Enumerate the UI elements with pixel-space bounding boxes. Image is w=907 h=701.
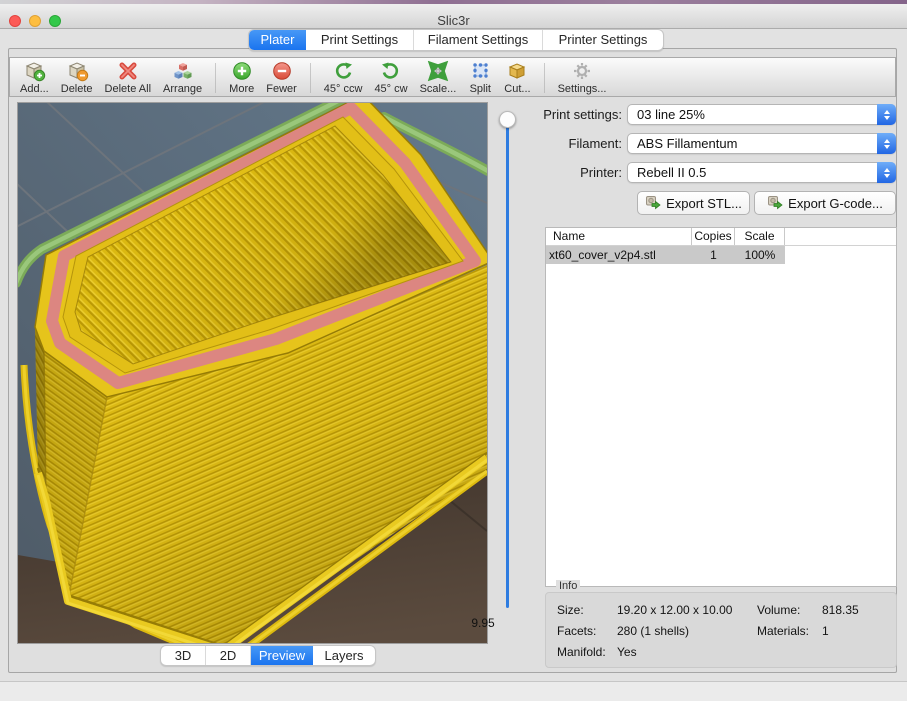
- gcode-preview-scene: [18, 103, 487, 643]
- split-button[interactable]: Split: [462, 60, 498, 95]
- delete-button[interactable]: Delete: [55, 60, 99, 95]
- toolbar-separator: [215, 63, 216, 93]
- window-title: Slic3r: [0, 13, 907, 28]
- cell-object-scale: 100%: [735, 246, 785, 264]
- arrange-button[interactable]: Arrange: [157, 60, 208, 95]
- scale-arrows-icon: [426, 60, 450, 83]
- cut-label: Cut...: [504, 83, 530, 95]
- viewport-3d[interactable]: [17, 102, 488, 644]
- volume-value: 818.35: [822, 603, 859, 617]
- filament-label: Filament:: [500, 133, 622, 154]
- rotate-ccw-button[interactable]: 45° ccw: [318, 60, 369, 95]
- tab-3d[interactable]: 3D: [161, 646, 206, 665]
- arrange-label: Arrange: [163, 83, 202, 95]
- tab-2d[interactable]: 2D: [206, 646, 251, 665]
- delete-all-icon: [116, 60, 140, 83]
- column-header-scale[interactable]: Scale: [735, 228, 785, 245]
- printer-select[interactable]: Rebell II 0.5: [627, 162, 896, 183]
- materials-label: Materials:: [757, 624, 809, 638]
- add-label: Add...: [20, 83, 49, 95]
- tab-preview[interactable]: Preview: [251, 646, 313, 665]
- more-label: More: [229, 83, 254, 95]
- filament-select[interactable]: ABS Fillamentum: [627, 133, 896, 154]
- toolbar: Add... Delete Delete All: [9, 57, 896, 97]
- fewer-label: Fewer: [266, 83, 297, 95]
- rotate-ccw-label: 45° ccw: [324, 83, 363, 95]
- status-bar: [0, 681, 907, 701]
- delete-box-icon: [64, 60, 90, 83]
- cell-object-name: xt60_cover_v2p4.stl: [546, 246, 692, 264]
- tab-plater[interactable]: Plater: [249, 30, 306, 50]
- delete-label: Delete: [61, 83, 93, 95]
- filament-value: ABS Fillamentum: [628, 134, 895, 153]
- settings-button[interactable]: Settings...: [552, 60, 613, 95]
- settings-gear-icon: [570, 60, 594, 83]
- main-tab-bar: Plater Print Settings Filament Settings …: [248, 29, 664, 51]
- split-label: Split: [470, 83, 491, 95]
- print-settings-value: 03 line 25%: [628, 105, 895, 124]
- add-button[interactable]: Add...: [14, 60, 55, 95]
- size-label: Size:: [557, 603, 584, 617]
- tab-printer-settings[interactable]: Printer Settings: [543, 30, 663, 50]
- delete-all-button[interactable]: Delete All: [99, 60, 157, 95]
- info-group-title: Info: [556, 580, 580, 592]
- export-gcode-icon: [767, 194, 783, 213]
- title-bar[interactable]: Slic3r: [0, 4, 907, 29]
- more-plus-icon: [231, 60, 253, 83]
- object-list[interactable]: Name Copies Scale xt60_cover_v2p4.stl 1 …: [545, 227, 897, 587]
- column-header-filler: [785, 228, 896, 245]
- facets-value: 280 (1 shells): [617, 624, 689, 638]
- scale-label: Scale...: [420, 83, 457, 95]
- manifold-value: Yes: [617, 645, 637, 659]
- layer-slider-track[interactable]: [506, 121, 509, 608]
- tab-print-settings[interactable]: Print Settings: [306, 30, 414, 50]
- split-icon: [468, 60, 492, 83]
- object-list-header: Name Copies Scale: [546, 228, 896, 246]
- toolbar-separator: [310, 63, 311, 93]
- dropdown-stepper-icon: [877, 104, 896, 125]
- toolbar-separator: [544, 63, 545, 93]
- settings-label: Settings...: [558, 83, 607, 95]
- print-settings-select[interactable]: 03 line 25%: [627, 104, 896, 125]
- tab-layers[interactable]: Layers: [313, 646, 375, 665]
- cut-box-icon: [505, 60, 529, 83]
- scale-button[interactable]: Scale...: [414, 60, 463, 95]
- facets-label: Facets:: [557, 624, 596, 638]
- export-stl-icon: [645, 194, 661, 213]
- fewer-minus-icon: [271, 60, 293, 83]
- fewer-button[interactable]: Fewer: [260, 60, 303, 95]
- export-stl-button[interactable]: Export STL...: [637, 191, 750, 215]
- print-settings-label: Print settings:: [500, 104, 622, 125]
- layer-slider-value: 9.95: [462, 616, 504, 630]
- printer-value: Rebell II 0.5: [628, 163, 895, 182]
- view-tab-bar: 3D 2D Preview Layers: [160, 645, 376, 666]
- size-value: 19.20 x 12.00 x 10.00: [617, 603, 732, 617]
- cut-button[interactable]: Cut...: [498, 60, 536, 95]
- rotate-cw-label: 45° cw: [374, 83, 407, 95]
- cell-object-copies: 1: [692, 246, 735, 264]
- column-header-copies[interactable]: Copies: [692, 228, 735, 245]
- more-button[interactable]: More: [223, 60, 260, 95]
- add-box-icon: [21, 60, 47, 83]
- export-stl-label: Export STL...: [666, 196, 742, 211]
- export-gcode-label: Export G-code...: [788, 196, 883, 211]
- rotate-cw-button[interactable]: 45° cw: [368, 60, 413, 95]
- export-gcode-button[interactable]: Export G-code...: [754, 191, 896, 215]
- rotate-cw-icon: [379, 60, 403, 83]
- column-header-name[interactable]: Name: [546, 228, 692, 245]
- volume-label: Volume:: [757, 603, 800, 617]
- rotate-ccw-icon: [331, 60, 355, 83]
- dropdown-stepper-icon: [877, 133, 896, 154]
- dropdown-stepper-icon: [877, 162, 896, 183]
- arrange-cubes-icon: [170, 60, 196, 83]
- manifold-label: Manifold:: [557, 645, 606, 659]
- slic3r-window: Slic3r Plater Print Settings Filament Se…: [0, 0, 907, 701]
- tab-filament-settings[interactable]: Filament Settings: [414, 30, 543, 50]
- materials-value: 1: [822, 624, 829, 638]
- printer-label: Printer:: [500, 162, 622, 183]
- table-row-selected[interactable]: xt60_cover_v2p4.stl 1 100%: [546, 246, 785, 264]
- delete-all-label: Delete All: [105, 83, 151, 95]
